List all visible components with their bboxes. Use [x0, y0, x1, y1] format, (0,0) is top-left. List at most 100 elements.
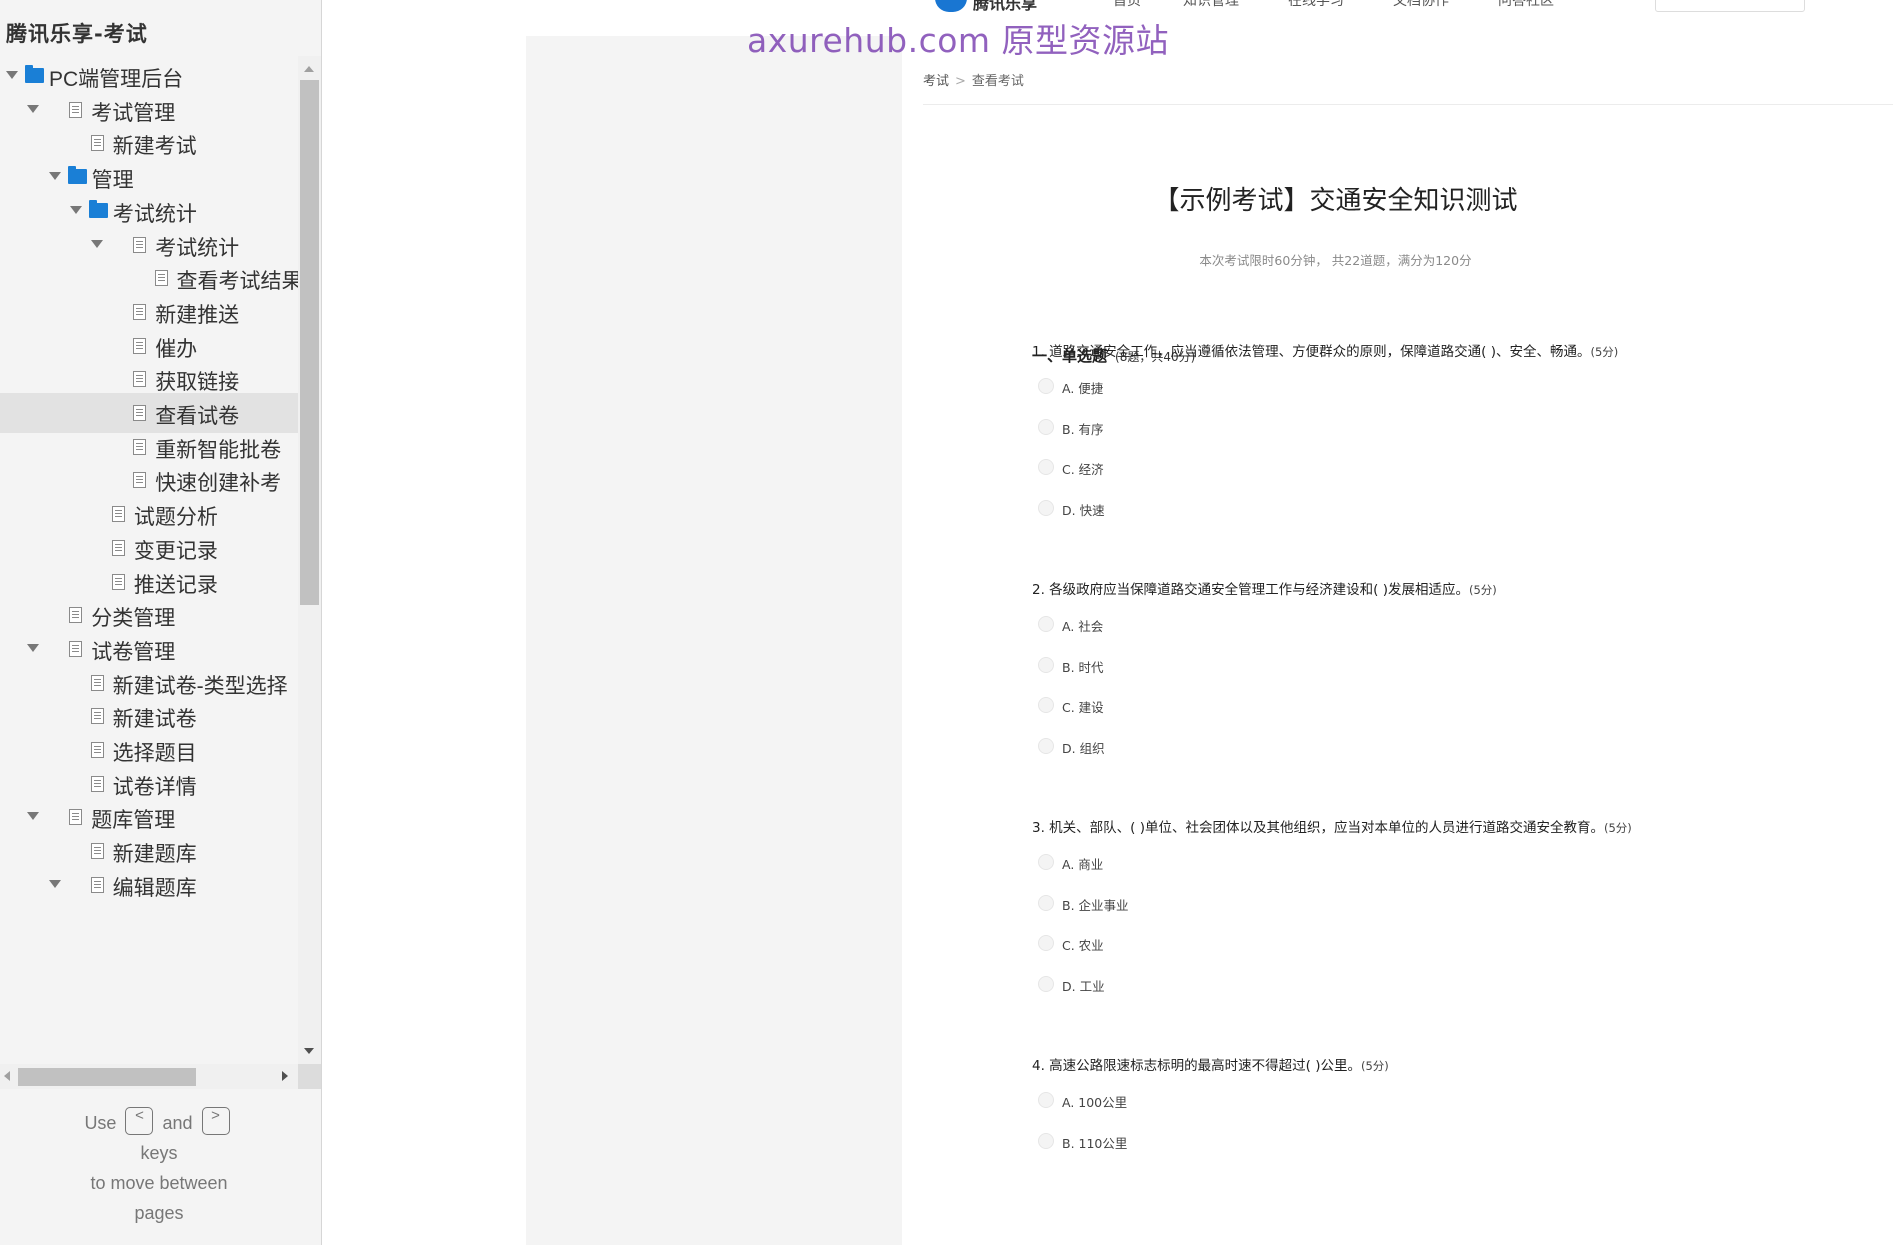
breadcrumb-current: 查看考试 [971, 74, 1024, 89]
sitemap-item-label: 选择题目 [112, 742, 197, 765]
horizontal-scroll-thumb[interactable] [18, 1068, 196, 1086]
sitemap-item-label: 新建试卷-类型选择 [112, 674, 288, 698]
sitemap-item-label: 催办 [155, 337, 198, 361]
sitemap-item-label: 试卷管理 [91, 640, 176, 664]
radio-button[interactable] [1038, 738, 1054, 755]
page-icon [133, 337, 147, 354]
option-label: A. 社会 [1062, 619, 1104, 634]
scroll-up-icon[interactable] [304, 66, 314, 72]
option-label: B. 企业事业 [1062, 897, 1129, 913]
question-stem: 3. 机关、部队、( )单位、社会团体以及其他组织，应当对本单位的人员进行道路交… [1032, 820, 1604, 836]
caret-down-icon[interactable] [48, 172, 61, 181]
radio-button[interactable] [1038, 935, 1054, 952]
scroll-corner [298, 1064, 321, 1089]
folder-icon [67, 166, 87, 185]
page-icon [90, 843, 104, 860]
page-icon [69, 640, 83, 657]
radio-button[interactable] [1038, 418, 1054, 435]
page-icon [90, 775, 104, 792]
question-score: (5分) [1604, 821, 1632, 835]
radio-button[interactable] [1038, 1132, 1054, 1149]
sitemap-item-label: 管理 [91, 169, 134, 193]
question-text: 4. 高速公路限速标志标明的最高时速不得超过( )公里。(5分) [1032, 1054, 1389, 1074]
sitemap-item-label: 编辑题库 [112, 876, 197, 900]
page-icon [90, 742, 104, 758]
option-label: C. 建设 [1062, 700, 1104, 716]
sitemap-item-label: 重新智能批卷 [155, 438, 282, 462]
nav-item-learning[interactable]: 在线学习 [1288, 0, 1344, 10]
keyboard-hint: Use < and > keys to move between pages [0, 1107, 318, 1228]
radio-button[interactable] [1038, 500, 1054, 517]
page-icon [133, 371, 147, 388]
horizontal-scrollbar[interactable] [0, 1064, 298, 1089]
nav-item-home[interactable]: 首页 [1113, 0, 1141, 10]
radio-button[interactable] [1038, 1092, 1054, 1108]
breadcrumb-separator-icon: > [955, 74, 966, 89]
background-panel [526, 36, 902, 1245]
sitemap-item[interactable]: 编辑题库 [0, 865, 298, 905]
page-icon [90, 708, 104, 725]
caret-down-icon[interactable] [69, 205, 82, 214]
sitemap-item-label: 新建试卷 [112, 708, 197, 732]
sitemap-item-label: 分类管理 [91, 607, 176, 631]
caret-down-icon[interactable] [48, 879, 61, 888]
scroll-left-icon[interactable] [4, 1071, 10, 1081]
watermark: axurehub.com 原型资源站 [747, 21, 1170, 60]
question-stem: 1. 道路交通安全工作，应当遵循依法管理、方便群众的原则，保障道路交通( )、安… [1032, 344, 1591, 360]
option-label: D. 快速 [1062, 503, 1105, 519]
sitemap-item-label: 试题分析 [133, 506, 218, 530]
sitemap-item-label: 快速创建补考 [155, 472, 282, 496]
brand-name: 腾讯乐享 [973, 0, 1038, 13]
nav-item-docs[interactable]: 文档协作 [1393, 0, 1449, 10]
scroll-right-icon[interactable] [282, 1071, 288, 1081]
breadcrumb-root[interactable]: 考试 [923, 74, 949, 89]
caret-down-icon[interactable] [91, 239, 104, 248]
page-icon [90, 135, 104, 152]
scroll-down-icon[interactable] [304, 1048, 314, 1054]
hint-and: and [162, 1113, 193, 1133]
sitemap-item-label: 变更记录 [133, 539, 218, 563]
hint-keys: keys [140, 1143, 178, 1164]
question-text: 1. 道路交通安全工作，应当遵循依法管理、方便群众的原则，保障道路交通( )、安… [1032, 340, 1618, 360]
sidebar-title: 腾讯乐享-考试 [6, 22, 148, 46]
option-label: D. 组织 [1062, 741, 1105, 757]
page-icon [133, 236, 147, 253]
sitemap-item-label: 考试统计 [112, 202, 197, 226]
exam-title: 【示例考试】交通安全知识测试 [1153, 186, 1518, 216]
radio-button[interactable] [1038, 616, 1054, 632]
sitemap-item-label: 新建题库 [112, 843, 197, 867]
vertical-scrollbar[interactable] [298, 56, 321, 1064]
option-label: C. 农业 [1062, 938, 1104, 954]
exam-meta: 本次考试限时60分钟， 共22道题，满分为120分 [1199, 253, 1472, 268]
radio-button[interactable] [1038, 378, 1054, 394]
page-icon [69, 809, 83, 826]
option-label: B. 有序 [1062, 421, 1104, 437]
sitemap-item-label: 题库管理 [91, 809, 176, 833]
radio-button[interactable] [1038, 697, 1054, 714]
caret-down-icon[interactable] [27, 104, 40, 113]
radio-button[interactable] [1038, 459, 1054, 476]
radio-button[interactable] [1038, 656, 1054, 673]
page-icon [111, 573, 125, 590]
folder-icon [25, 65, 44, 83]
caret-down-icon[interactable] [6, 71, 18, 79]
radio-button[interactable] [1038, 894, 1054, 911]
page-icon [111, 539, 125, 556]
prev-key-icon: < [125, 1107, 154, 1136]
radio-button[interactable] [1038, 976, 1054, 993]
search-input[interactable] [1655, 0, 1805, 12]
caret-down-icon[interactable] [27, 812, 40, 821]
nav-item-knowledge[interactable]: 知识管理 [1183, 0, 1239, 10]
vertical-scroll-thumb[interactable] [300, 80, 319, 605]
nav-item-qa[interactable]: 问答社区 [1498, 0, 1554, 10]
prototype-viewport: 腾讯乐享 首页 知识管理 在线学习 文档协作 问答社区 考试 > 查看考试 【示例考… [323, 0, 1893, 1245]
radio-button[interactable] [1038, 854, 1054, 870]
option-label: C. 经济 [1062, 462, 1104, 478]
page-icon [69, 607, 83, 624]
folder-icon [88, 199, 108, 218]
caret-down-icon[interactable] [27, 643, 40, 652]
question-text: 3. 机关、部队、( )单位、社会团体以及其他组织，应当对本单位的人员进行道路交… [1032, 816, 1632, 836]
page-icon [90, 674, 104, 691]
option-label: B. 时代 [1062, 659, 1104, 675]
page-icon [111, 506, 125, 523]
